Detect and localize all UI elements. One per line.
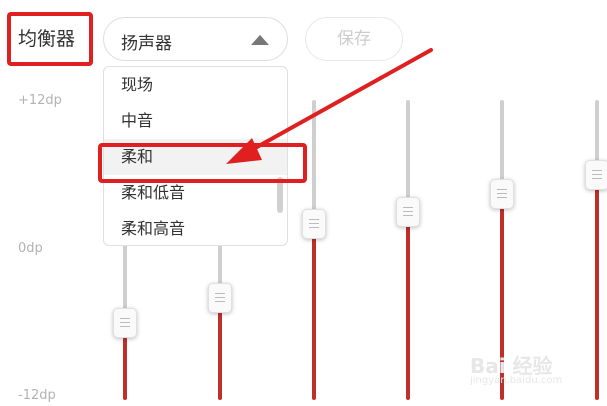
- axis-label-mid: 0dp: [18, 241, 43, 256]
- eq-band-slider-3[interactable]: [299, 0, 329, 406]
- slider-fill: [406, 211, 410, 400]
- grip-line-icon: [120, 318, 130, 319]
- grip-line-icon: [120, 322, 130, 323]
- slider-thumb[interactable]: [208, 283, 232, 314]
- grip-line-icon: [215, 293, 225, 295]
- grip-line-icon: [497, 196, 507, 198]
- selected-item-highlight-box: [98, 143, 307, 183]
- grip-line-icon: [403, 207, 413, 208]
- slider-rail: [312, 100, 316, 224]
- grip-line-icon: [592, 178, 602, 179]
- caret-up-icon: [251, 35, 269, 45]
- axis-label-top: +12dp: [18, 93, 62, 108]
- grip-line-icon: [309, 223, 319, 225]
- slider-fill: [312, 223, 316, 400]
- slider-thumb[interactable]: [113, 308, 137, 338]
- slider-thumb[interactable]: [585, 160, 607, 190]
- axis-label-bottom: -12dp: [18, 388, 56, 403]
- menu-item-live[interactable]: 现场: [104, 67, 287, 103]
- watermark-url: jingyan.baidu.com: [470, 375, 563, 386]
- grip-line-icon: [403, 215, 413, 216]
- slider-thumb[interactable]: [490, 178, 514, 209]
- eq-band-slider-4[interactable]: [393, 0, 423, 406]
- grip-line-icon: [497, 188, 507, 190]
- menu-item-mid[interactable]: 中音: [104, 103, 287, 139]
- menu-item-soft-treble[interactable]: 柔和高音: [104, 211, 287, 245]
- eq-band-slider-5[interactable]: [487, 0, 517, 406]
- grip-line-icon: [215, 297, 225, 299]
- grip-line-icon: [403, 211, 413, 212]
- title-highlight-box: [7, 12, 93, 66]
- grip-line-icon: [592, 174, 602, 175]
- grip-line-icon: [497, 192, 507, 194]
- slider-fill: [595, 174, 599, 400]
- grip-line-icon: [309, 227, 319, 229]
- slider-rail: [406, 100, 410, 211]
- grip-line-icon: [592, 170, 602, 171]
- grip-line-icon: [215, 301, 225, 303]
- grip-line-icon: [309, 219, 319, 221]
- slider-thumb[interactable]: [302, 209, 326, 240]
- slider-thumb[interactable]: [396, 197, 420, 227]
- eq-band-slider-6[interactable]: [582, 0, 607, 406]
- grip-line-icon: [120, 326, 130, 327]
